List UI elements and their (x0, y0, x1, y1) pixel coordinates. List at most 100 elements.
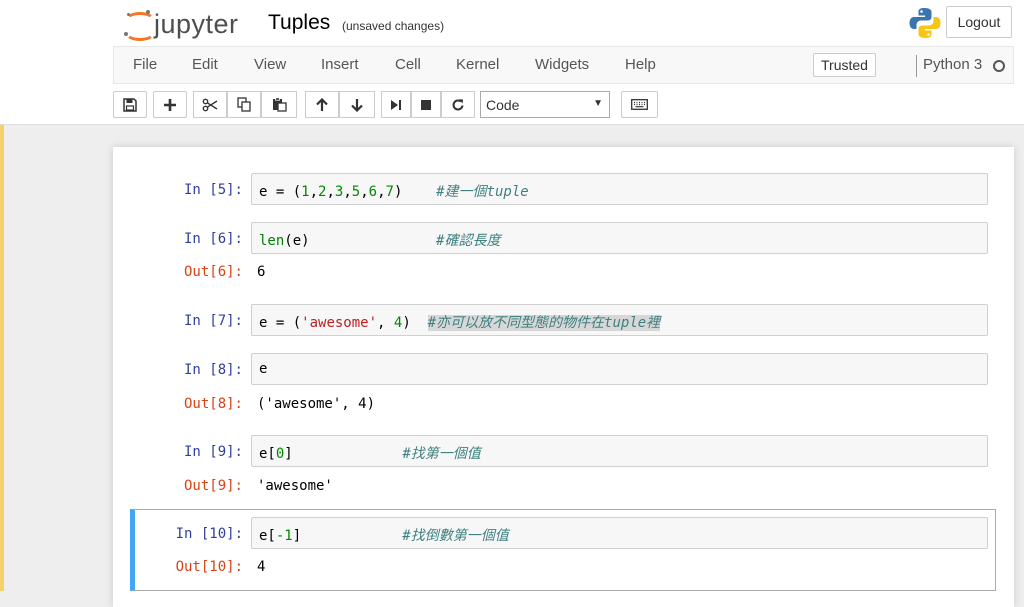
run-button[interactable] (381, 91, 411, 118)
code-token: ] (292, 528, 403, 544)
code-token: #確認長度 (436, 233, 501, 249)
code-input[interactable]: e = (1,2,3,5,6,7) #建一個tuple (251, 173, 988, 205)
code-token: #找第一個值 (402, 446, 481, 462)
plus-icon (164, 98, 176, 111)
code-input[interactable]: e[-1] #找倒數第一個值 (251, 517, 988, 549)
code-token: e (259, 361, 268, 377)
code-token: ( (284, 315, 302, 331)
menu-insert[interactable]: Insert (321, 56, 359, 73)
insert-cell-button[interactable] (153, 91, 187, 118)
output-text: ('awesome', 4) (257, 396, 376, 412)
jupyter-logo-icon (124, 10, 155, 41)
save-icon (123, 97, 137, 112)
refresh-icon (452, 98, 464, 110)
copy-icon (236, 97, 251, 112)
output-prompt: Out[8]: (183, 396, 243, 412)
move-down-button[interactable] (339, 91, 375, 118)
cut-button[interactable] (193, 91, 227, 118)
copy-button[interactable] (227, 91, 261, 118)
code-token: e[ (259, 446, 276, 462)
logout-button[interactable]: Logout (946, 6, 1012, 38)
code-input[interactable]: e (251, 353, 988, 385)
python-logo-icon (909, 8, 941, 38)
input-prompt: In [9]: (183, 444, 243, 460)
menu-view[interactable]: View (254, 56, 286, 73)
restart-button[interactable] (441, 91, 475, 118)
code-token: (e) (284, 233, 437, 249)
menu-cell[interactable]: Cell (395, 56, 421, 73)
code-input[interactable]: e[0] #找第一個值 (251, 435, 988, 467)
output-text: 4 (257, 559, 266, 575)
code-token: e (259, 315, 276, 331)
code-token: , (377, 315, 394, 331)
menu-help[interactable]: Help (625, 56, 656, 73)
code-input[interactable]: len(e) #確認長度 (251, 222, 988, 254)
interrupt-button[interactable] (411, 91, 441, 118)
code-line: len(e) #確認長度 (259, 230, 500, 250)
output-prompt: Out[6]: (183, 264, 243, 280)
notebook-title[interactable]: Tuples (268, 11, 330, 35)
kernel-separator (916, 55, 917, 77)
command-palette-button[interactable] (621, 91, 658, 118)
code-token: ( (284, 184, 302, 200)
code-token: 1 (301, 184, 310, 200)
code-token: , (377, 184, 386, 200)
paste-button[interactable] (261, 91, 297, 118)
code-token: 7 (385, 184, 394, 200)
kernel-idle-icon (993, 60, 1005, 72)
input-prompt: In [10]: (175, 526, 243, 542)
input-prompt: In [8]: (183, 362, 243, 378)
paste-icon (272, 97, 287, 112)
code-token: #找倒數第一個值 (402, 528, 509, 544)
scissors-icon (202, 98, 218, 111)
menubar: File Edit View Insert Cell Kernel Widget… (113, 46, 1014, 84)
code-token: , (360, 184, 369, 200)
arrow-down-icon (351, 98, 363, 112)
kernel-name[interactable]: Python 3 (923, 56, 982, 73)
save-button[interactable] (113, 91, 147, 118)
step-forward-icon (391, 99, 401, 110)
code-token: ) (393, 184, 437, 200)
code-token: , (326, 184, 335, 200)
output-prompt: Out[10]: (175, 559, 243, 575)
notebook-container: In [5]: e = (1,2,3,5,6,7) #建一個tuple In [6]… (113, 147, 1014, 607)
code-token: e[ (259, 528, 276, 544)
stop-icon (421, 99, 431, 110)
code-line: e (259, 361, 267, 377)
code-line: e[0] #找第一個值 (259, 443, 481, 463)
code-token: #亦可以放不同型態的物件在tuple裡 (427, 315, 661, 331)
move-up-button[interactable] (305, 91, 339, 118)
jupyter-logo[interactable]: jupyter (124, 6, 239, 42)
code-line: e = (1,2,3,5,6,7) #建一個tuple (259, 181, 529, 201)
keyboard-icon (631, 99, 648, 110)
output-text: 'awesome' (257, 478, 333, 494)
output-text: 6 (257, 264, 266, 280)
code-token: 6 (368, 184, 378, 200)
code-line: e[-1] #找倒數第一個值 (259, 525, 509, 545)
menu-kernel[interactable]: Kernel (456, 56, 499, 73)
code-input[interactable]: e = ('awesome', 4) #亦可以放不同型態的物件在tuple裡 (251, 304, 988, 336)
menu-edit[interactable]: Edit (192, 56, 218, 73)
caret-down-icon: ▼ (593, 98, 603, 109)
trusted-indicator[interactable]: Trusted (813, 53, 876, 77)
code-token: 'awesome' (301, 315, 378, 331)
code-token: ] (284, 446, 403, 462)
code-token: , (343, 184, 352, 200)
arrow-up-icon (316, 97, 328, 111)
code-token: #建一個tuple (436, 184, 529, 200)
code-token: -1 (275, 528, 293, 544)
cell-type-select[interactable]: Code ▼ (480, 91, 610, 118)
autosave-status: (unsaved changes) (342, 19, 445, 33)
code-token: 5 (351, 184, 361, 200)
input-prompt: In [7]: (183, 313, 243, 329)
logo-text: jupyter (154, 8, 239, 39)
code-token: , (309, 184, 319, 200)
cell-type-value: Code (486, 96, 520, 113)
input-prompt: In [5]: (183, 182, 243, 198)
menu-file[interactable]: File (133, 56, 157, 73)
menu-widgets[interactable]: Widgets (535, 56, 589, 73)
code-line: e = ('awesome', 4) #亦可以放不同型態的物件在tuple裡 (259, 312, 661, 332)
code-token: ) (402, 315, 428, 331)
input-prompt: In [6]: (183, 231, 243, 247)
code-token: e (259, 184, 276, 200)
